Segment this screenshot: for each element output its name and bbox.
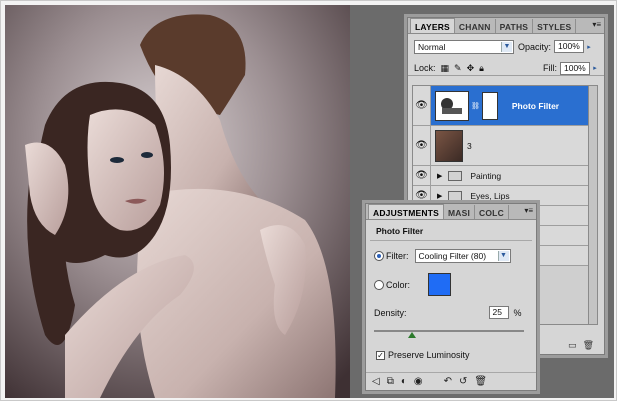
preserve-luminosity-checkbox[interactable]: ✓ <box>376 350 385 360</box>
chain-link-icon[interactable]: ⛓ <box>471 102 480 110</box>
lock-all-icon[interactable]: 🔒︎ <box>479 63 484 74</box>
reset-icon[interactable]: ↺ <box>459 376 467 387</box>
opacity-field[interactable]: 100% <box>554 40 585 53</box>
adjustments-footer: ◁ ⧉ ◐ ◉ ↶ ↺ 🗑︎ <box>366 372 536 390</box>
density-unit: % <box>513 307 522 318</box>
visibility-icon[interactable]: ◉ <box>414 376 423 387</box>
lock-row: Lock: ▦ ✎ ✥ 🔒︎ Fill: 100% ▸ <box>408 54 604 76</box>
opacity-arrow-icon[interactable]: ▸ <box>584 43 594 51</box>
eye-icon[interactable]: 👁︎ <box>413 166 431 185</box>
tab-adjustments[interactable]: ADJUSTMENTS <box>368 204 444 219</box>
screenshot-frame: LAYERS CHANN PATHS STYLES ▾≡ Normal ▼ Op… <box>0 0 617 401</box>
filter-label: Filter: <box>386 251 409 261</box>
filter-row: Filter: Cooling Filter (80) ▼ <box>366 241 536 263</box>
new-layer-icon[interactable]: ▭ <box>568 340 577 351</box>
color-swatch[interactable] <box>428 273 452 296</box>
layer-name: Painting <box>470 170 502 181</box>
tab-masks[interactable]: MASI <box>444 205 476 219</box>
lock-move-icon[interactable]: ✥ <box>467 63 475 74</box>
lock-label: Lock: <box>414 63 436 73</box>
layer-name: Eyes, Lips <box>470 190 510 201</box>
preserve-row: ✓ Preserve Luminosity <box>376 350 470 360</box>
fill-field[interactable]: 100% <box>560 61 590 75</box>
expand-triangle-icon[interactable]: ▶ <box>431 192 442 200</box>
layer-3[interactable]: 👁︎ 3 <box>413 126 597 166</box>
tab-paths[interactable]: PATHS <box>496 19 534 33</box>
chevron-down-icon: ▼ <box>501 41 512 52</box>
tab-styles[interactable]: STYLES <box>533 19 577 33</box>
density-row: Density: 25 % <box>366 296 536 319</box>
density-slider-track[interactable] <box>374 330 524 332</box>
expand-view-icon[interactable]: ⧉ <box>387 376 394 387</box>
clip-layer-icon[interactable]: ◐ <box>401 376 407 387</box>
layer-photo-filter[interactable]: 👁︎ ⛓ Photo Filter <box>413 86 597 126</box>
eye-icon[interactable]: 👁︎ <box>413 126 431 165</box>
color-radio[interactable] <box>374 279 384 290</box>
layer-name: Photo Filter <box>511 100 560 111</box>
filter-radio[interactable] <box>374 251 384 261</box>
adjustment-thumbnail-icon <box>435 90 469 121</box>
trash-icon[interactable]: 🗑︎ <box>474 376 487 387</box>
lock-transparency-icon[interactable]: ▦ <box>441 63 450 74</box>
filter-value: Cooling Filter (80) <box>418 251 487 261</box>
tab-layers[interactable]: LAYERS <box>410 18 455 33</box>
preserve-luminosity-label: Preserve Luminosity <box>388 350 470 360</box>
blend-mode-select[interactable]: Normal ▼ <box>414 39 514 54</box>
eye-icon[interactable]: 👁︎ <box>413 86 431 125</box>
tab-color[interactable]: COLC <box>475 205 509 219</box>
lock-brush-icon[interactable]: ✎ <box>454 63 462 74</box>
adjustments-panel: ADJUSTMENTS MASI COLC ▾≡ Photo Filter Fi… <box>365 203 537 391</box>
layer-painting[interactable]: 👁︎ ▶ Painting <box>413 166 597 186</box>
layers-panel-menu-icon[interactable]: ▾≡ <box>592 20 601 29</box>
trash-icon[interactable]: 🗑︎ <box>583 340 594 351</box>
color-row: Color: <box>366 263 536 296</box>
photo-canvas[interactable] <box>5 5 350 398</box>
fill-arrow-icon[interactable]: ▸ <box>590 64 600 72</box>
layer-mask-thumbnail[interactable] <box>481 91 498 120</box>
couple-photo <box>5 5 350 398</box>
layer-name: 3 <box>467 140 472 151</box>
density-label: Density: <box>374 307 407 318</box>
folder-icon <box>448 190 463 201</box>
adjustment-title: Photo Filter <box>370 220 532 241</box>
adjustments-panel-menu-icon[interactable]: ▾≡ <box>524 206 533 215</box>
density-field[interactable]: 25 <box>488 306 509 319</box>
folder-icon <box>448 170 463 181</box>
color-label: Color: <box>386 279 411 290</box>
opacity-label: Opacity: <box>518 41 552 52</box>
layers-tabbar: LAYERS CHANN PATHS STYLES ▾≡ <box>408 18 604 34</box>
expand-triangle-icon[interactable]: ▶ <box>431 172 442 180</box>
blend-row: Normal ▼ Opacity: 100% ▸ <box>408 34 604 54</box>
density-slider-thumb[interactable] <box>407 332 416 338</box>
filter-select[interactable]: Cooling Filter (80) ▼ <box>414 249 511 263</box>
layer-thumbnail <box>435 129 463 162</box>
adjustments-tabbar: ADJUSTMENTS MASI COLC ▾≡ <box>366 204 536 220</box>
chevron-down-icon: ▼ <box>497 251 509 261</box>
workspace: LAYERS CHANN PATHS STYLES ▾≡ Normal ▼ Op… <box>5 5 614 398</box>
back-arrow-icon[interactable]: ◁ <box>372 376 380 387</box>
layers-scrollbar[interactable] <box>588 86 597 324</box>
fill-label: Fill: <box>543 63 557 73</box>
blend-mode-value: Normal <box>418 41 446 52</box>
previous-state-icon[interactable]: ↶ <box>444 376 452 387</box>
tab-channels[interactable]: CHANN <box>455 19 496 33</box>
